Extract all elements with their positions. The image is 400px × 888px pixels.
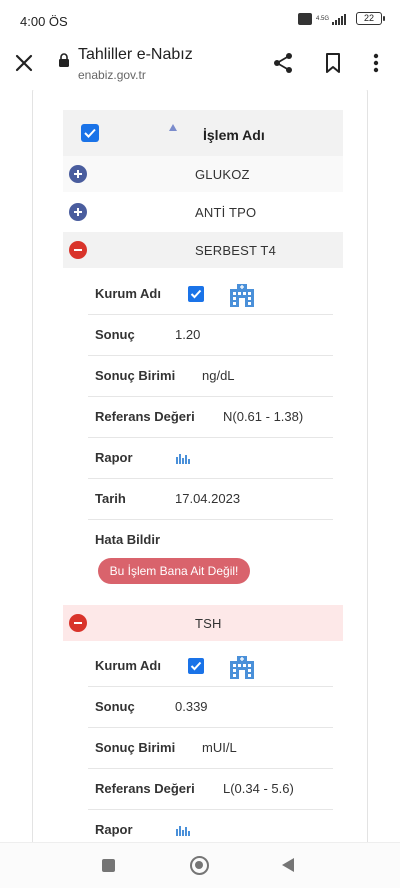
result-value: 1.20: [175, 327, 201, 342]
unit-label: Sonuç Birimi: [95, 740, 176, 755]
detail-institution: Kurum Adı: [88, 274, 333, 315]
detail-date: Tarih 17.04.2023: [88, 479, 333, 520]
battery-icon: 22: [356, 12, 385, 25]
result-value: 0.339: [175, 699, 208, 714]
back-icon[interactable]: [282, 858, 294, 872]
column-header-islem-adi[interactable]: İşlem Adı: [203, 127, 265, 143]
close-icon[interactable]: [12, 51, 36, 75]
table-row-tsh[interactable]: TSH: [63, 605, 343, 641]
row-name: ANTİ TPO: [195, 205, 257, 220]
detail-result: Sonuç 1.20: [88, 315, 333, 356]
sort-ascending-icon[interactable]: [169, 124, 177, 131]
recent-apps-icon[interactable]: [102, 859, 115, 872]
date-value: 17.04.2023: [175, 491, 241, 506]
volte-icon: [298, 12, 312, 25]
report-chart-icon[interactable]: [175, 451, 191, 465]
checkmark-icon: [84, 128, 96, 138]
reference-value: L(0.34 - 5.6): [223, 781, 294, 796]
detail-reference: Referans Değeri N(0.61 - 1.38): [88, 397, 333, 438]
not-my-record-button[interactable]: Bu İşlem Bana Ait Değil!: [98, 558, 250, 584]
status-time: 4:00 ÖS: [20, 14, 68, 29]
system-nav-bar: [0, 842, 400, 888]
page-url: enabiz.gov.tr: [78, 68, 146, 82]
more-options-icon[interactable]: [368, 52, 384, 74]
reference-label: Referans Değeri: [95, 781, 195, 796]
expand-icon[interactable]: [69, 203, 87, 221]
detail-report-error: Hata Bildir: [88, 520, 333, 561]
bookmark-icon[interactable]: [323, 52, 343, 74]
report-label: Rapor: [95, 822, 133, 837]
unit-label: Sonuç Birimi: [95, 368, 176, 383]
row-name: SERBEST T4: [195, 243, 276, 258]
reference-value: N(0.61 - 1.38): [223, 409, 304, 424]
date-label: Tarih: [95, 491, 126, 506]
expand-icon[interactable]: [69, 165, 87, 183]
detail-report-tsh: Rapor: [88, 810, 333, 842]
status-bar: 4:00 ÖS 4.5G 22: [0, 0, 400, 36]
network-type: 4.5G: [316, 15, 330, 22]
row-name: TSH: [195, 616, 222, 631]
institution-label: Kurum Adı: [95, 286, 161, 301]
collapse-icon[interactable]: [69, 241, 87, 259]
checkmark-icon: [190, 661, 202, 671]
collapse-icon[interactable]: [69, 614, 87, 632]
result-label: Sonuç: [95, 699, 135, 714]
institution-checkbox[interactable]: [188, 658, 204, 674]
detail-result-tsh: Sonuç 0.339: [88, 687, 333, 728]
signal-icon: [332, 13, 346, 25]
institution-checkbox[interactable]: [188, 286, 204, 302]
table-header: İşlem Adı: [63, 110, 343, 156]
table-row-glukoz[interactable]: GLUKOZ: [63, 156, 343, 192]
checkmark-icon: [190, 289, 202, 299]
page-title: Tahliller e-Nabız: [78, 46, 193, 63]
table-row-anti-tpo[interactable]: ANTİ TPO: [63, 194, 343, 230]
result-label: Sonuç: [95, 327, 135, 342]
unit-value: ng/dL: [202, 368, 235, 383]
table-row-serbest-t4[interactable]: SERBEST T4: [63, 232, 343, 268]
select-all-checkbox[interactable]: [81, 124, 99, 142]
detail-unit-tsh: Sonuç Birimi mUI/L: [88, 728, 333, 769]
row-name: GLUKOZ: [195, 167, 250, 182]
detail-report: Rapor: [88, 438, 333, 479]
institution-label: Kurum Adı: [95, 658, 161, 673]
detail-institution-tsh: Kurum Adı: [88, 646, 333, 687]
hospital-icon[interactable]: [228, 282, 256, 308]
unit-value: mUI/L: [202, 740, 237, 755]
lock-icon: [59, 53, 69, 67]
home-icon[interactable]: [190, 856, 209, 875]
report-label: Rapor: [95, 450, 133, 465]
detail-reference-tsh: Referans Değeri L(0.34 - 5.6): [88, 769, 333, 810]
status-icons: 4.5G 22: [298, 12, 385, 25]
detail-unit: Sonuç Birimi ng/dL: [88, 356, 333, 397]
report-error-label: Hata Bildir: [95, 532, 161, 547]
browser-header: Tahliller e-Nabız enabiz.gov.tr: [0, 36, 400, 90]
page-content: İşlem Adı GLUKOZ ANTİ TPO SERBEST T4 Kur…: [0, 90, 400, 842]
share-icon[interactable]: [272, 52, 294, 74]
report-chart-icon[interactable]: [175, 823, 191, 837]
reference-label: Referans Değeri: [95, 409, 195, 424]
hospital-icon[interactable]: [228, 654, 256, 680]
